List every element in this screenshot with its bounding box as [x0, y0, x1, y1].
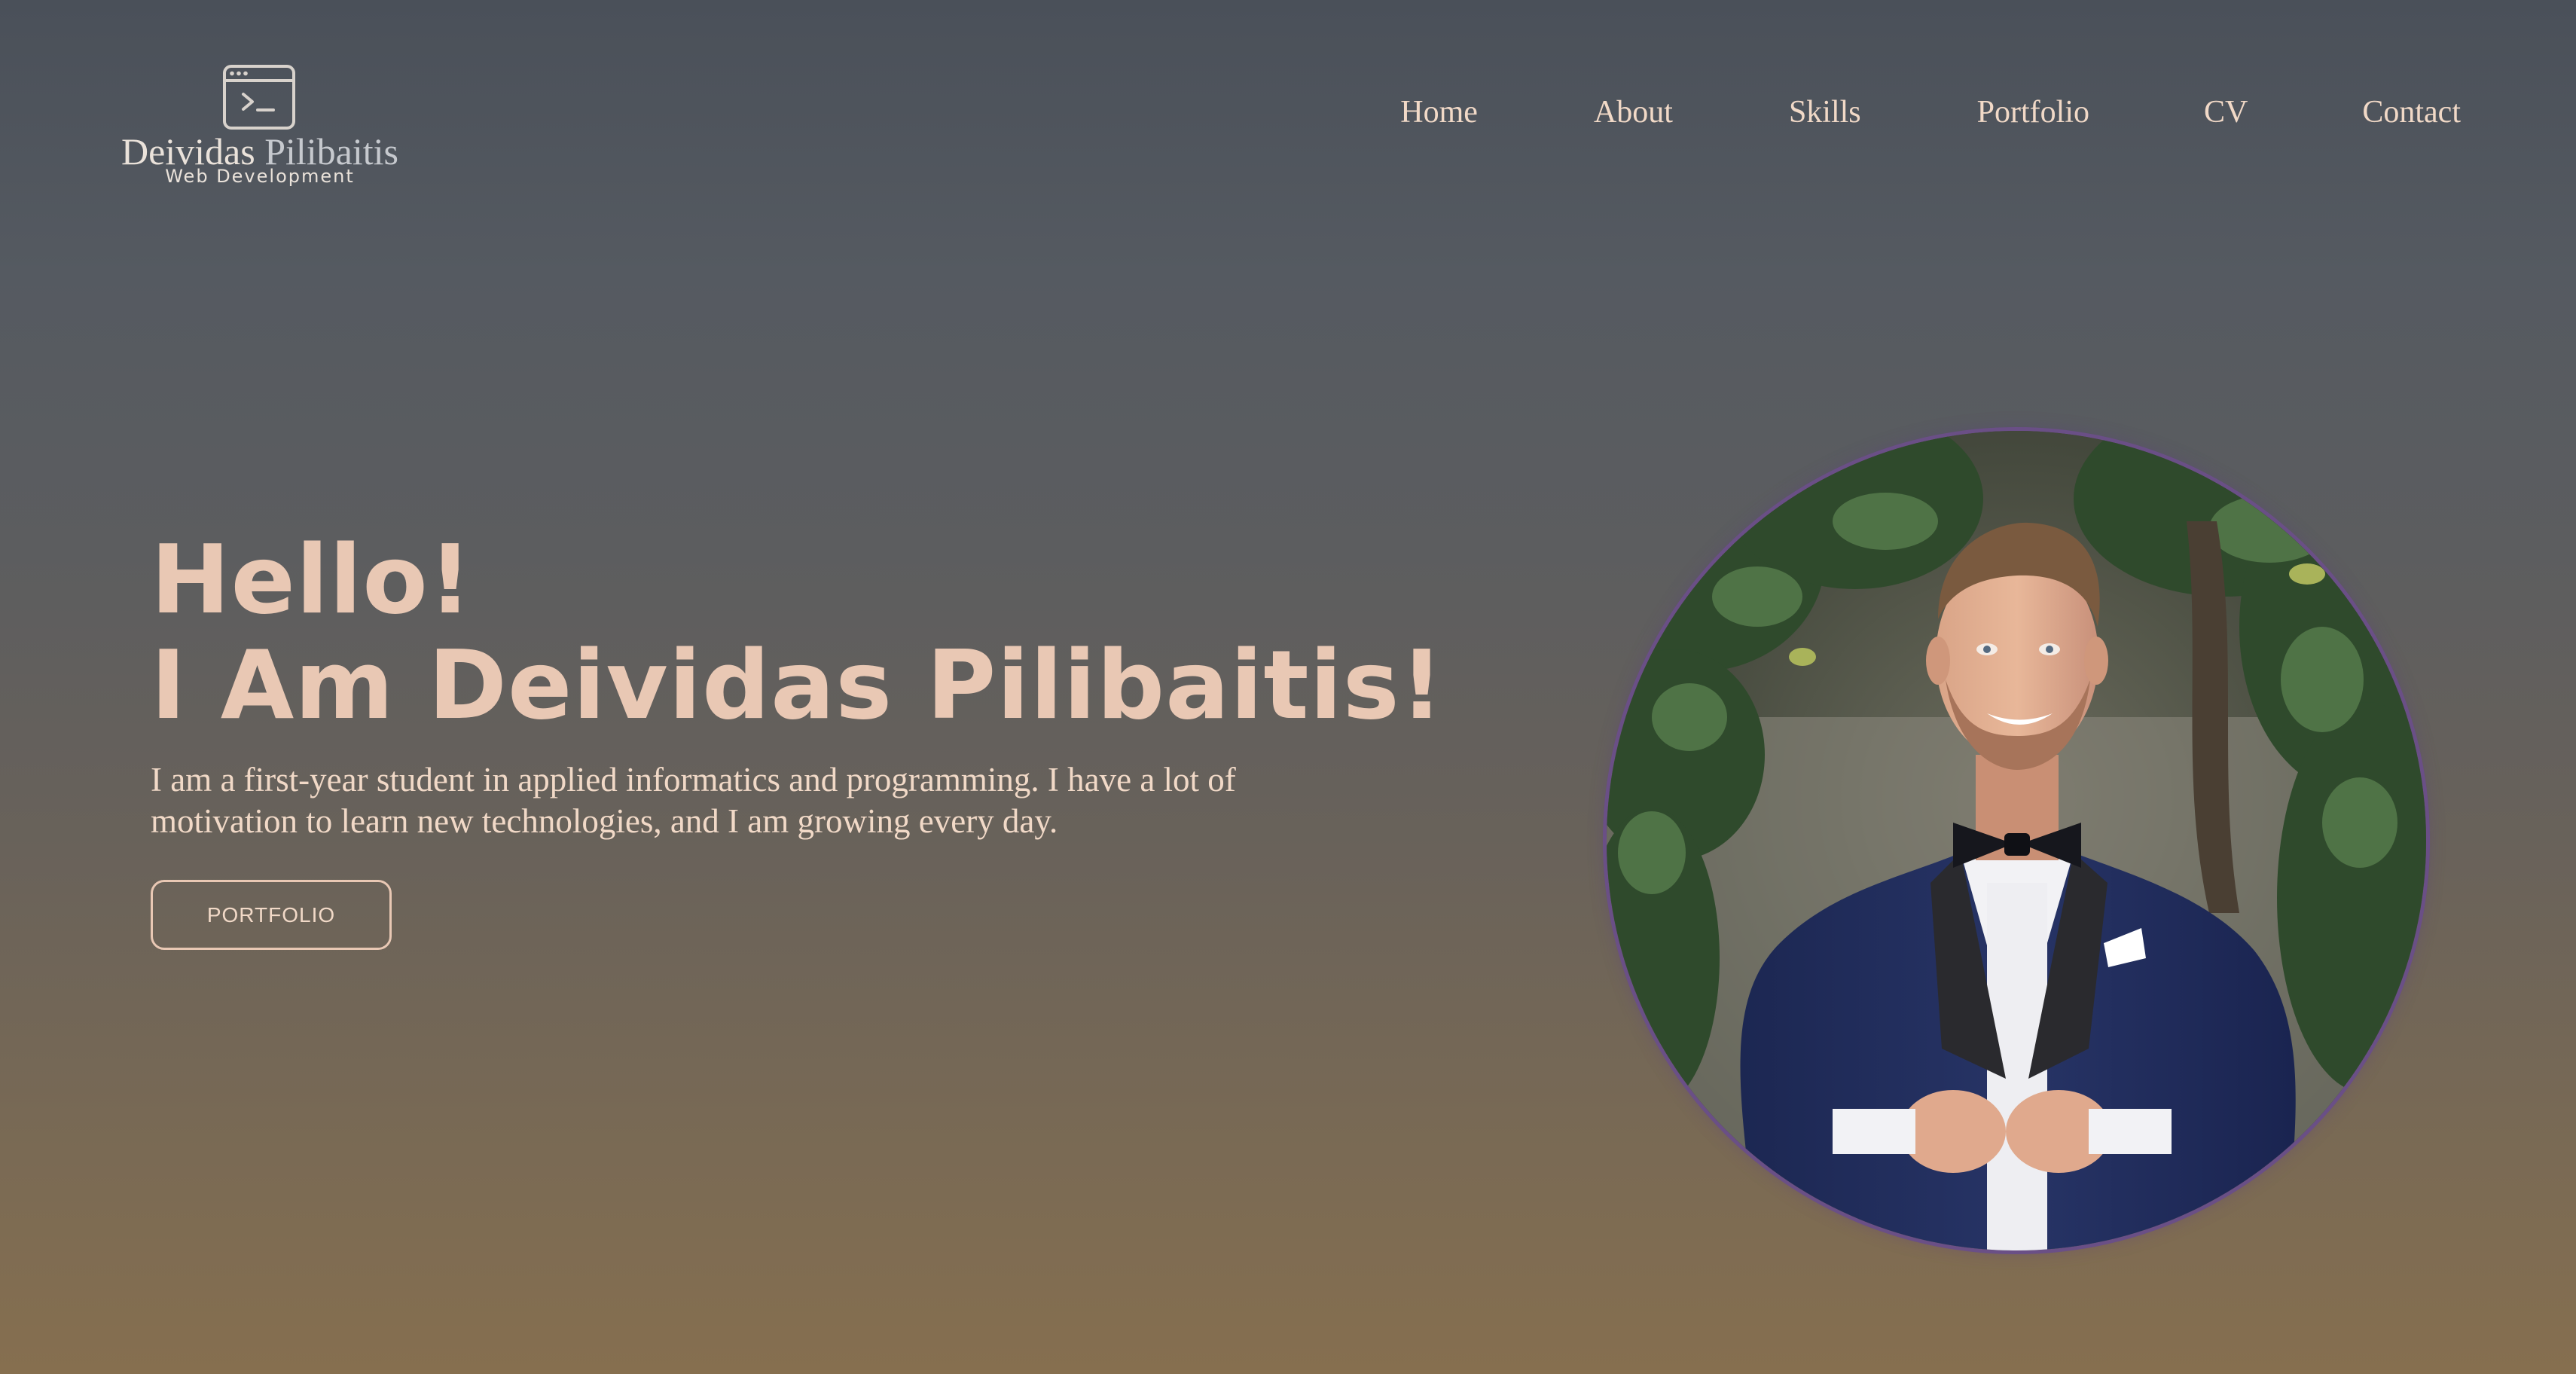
hero-headline: I Am Deividas Pilibaitis!	[151, 630, 1445, 740]
hero-heading: Hello! I Am Deividas Pilibaitis!	[151, 527, 1476, 738]
portfolio-button[interactable]: PORTFOLIO	[151, 880, 392, 950]
nav-home[interactable]: Home	[1400, 89, 1478, 136]
nav-portfolio[interactable]: Portfolio	[1977, 89, 2089, 136]
nav-contact[interactable]: Contact	[2362, 89, 2461, 136]
portrait-illustration	[1607, 431, 2426, 1250]
main-nav: Home About Skills Portfolio CV Contact	[1400, 89, 2461, 136]
nav-about[interactable]: About	[1594, 89, 1673, 136]
brand-tagline: Web Development	[165, 166, 355, 187]
hero-greeting: Hello!	[151, 524, 473, 635]
nav-skills[interactable]: Skills	[1789, 89, 1861, 136]
site-logo[interactable]: Deividas Pilibaitis Web Development	[113, 64, 407, 192]
portrait-photo	[1607, 431, 2426, 1250]
nav-cv[interactable]: CV	[2204, 89, 2248, 136]
hero-section: Hello! I Am Deividas Pilibaitis! I am a …	[151, 527, 1476, 950]
hero-description: I am a first-year student in applied inf…	[151, 761, 1236, 840]
terminal-window-icon	[223, 65, 295, 130]
